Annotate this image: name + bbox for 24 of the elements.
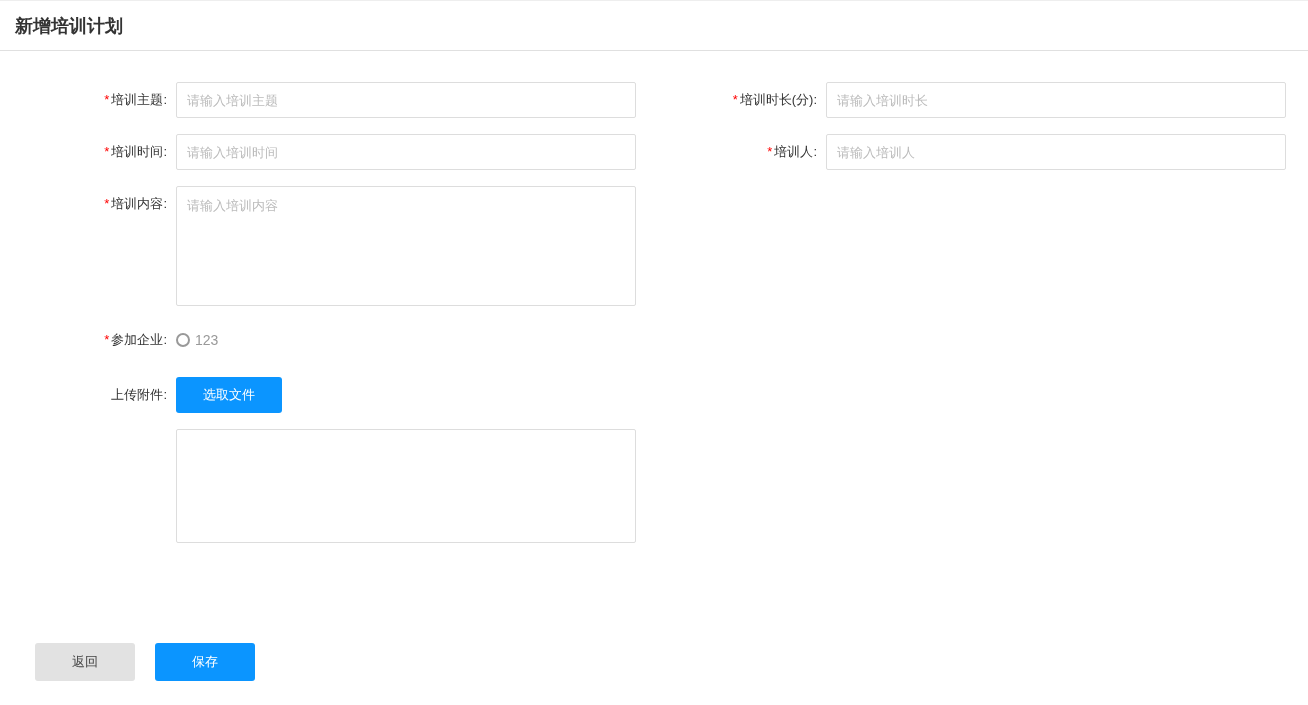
choose-file-button[interactable]: 选取文件 bbox=[176, 377, 282, 413]
radio-button[interactable] bbox=[176, 333, 190, 347]
field-label: 上传附件: bbox=[111, 386, 167, 404]
field-label: 培训时间: bbox=[111, 143, 167, 161]
field-label: 培训时长(分): bbox=[739, 91, 817, 109]
textarea-field[interactable]: 请输入培训内容 bbox=[176, 186, 636, 306]
field-label: 培训人: bbox=[774, 143, 817, 161]
page-title: 新增培训计划 bbox=[15, 14, 123, 38]
input-field[interactable]: 请输入培训主题 bbox=[176, 82, 636, 118]
field-label: 参加企业: bbox=[111, 331, 167, 349]
required-asterisk: * bbox=[104, 91, 110, 109]
field-label: 培训内容: bbox=[111, 195, 167, 213]
back-button[interactable]: 返回 bbox=[35, 643, 135, 681]
input-field[interactable]: 请输入培训时长 bbox=[826, 82, 1286, 118]
required-asterisk: * bbox=[104, 143, 110, 161]
save-button[interactable]: 保存 bbox=[155, 643, 255, 681]
field-label: 培训主题: bbox=[111, 91, 167, 109]
input-field[interactable]: 请输入培训人 bbox=[826, 134, 1286, 170]
input-field[interactable]: 请输入培训时间 bbox=[176, 134, 636, 170]
radio-label: 123 bbox=[195, 332, 219, 348]
required-asterisk: * bbox=[767, 143, 773, 161]
required-asterisk: * bbox=[104, 195, 110, 213]
required-asterisk: * bbox=[732, 91, 738, 109]
required-asterisk: * bbox=[104, 331, 110, 349]
